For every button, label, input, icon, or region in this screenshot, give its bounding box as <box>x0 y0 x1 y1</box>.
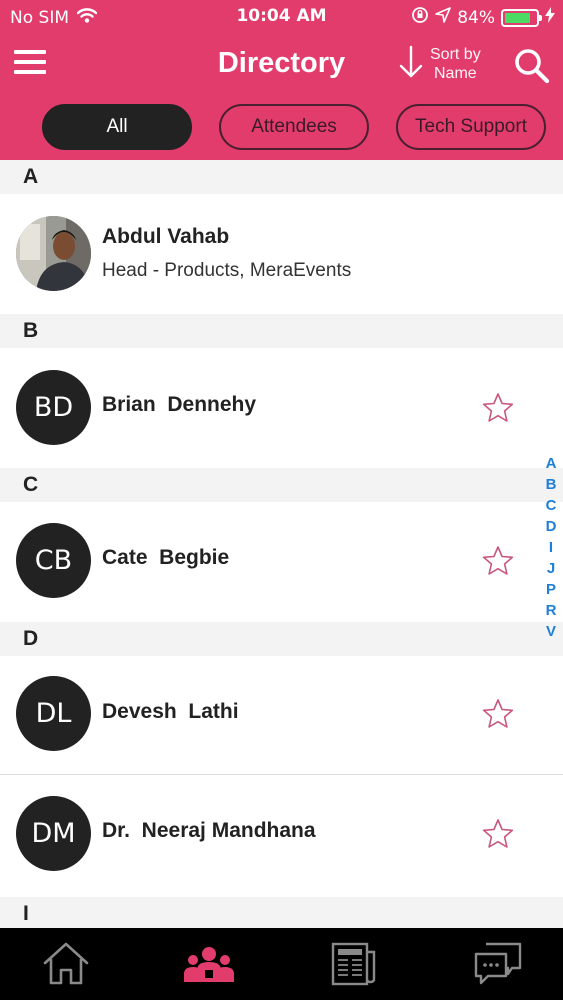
app-header: No SIM 10:04 AM 84% Directory Sort by Na… <box>0 0 563 160</box>
favorite-star-icon[interactable] <box>482 545 514 577</box>
alphabet-index: A B C D I J P R V <box>540 453 562 642</box>
filter-chips: All Attendees Tech Support <box>0 104 563 150</box>
newspaper-icon[interactable] <box>328 938 380 990</box>
avatar: DM <box>16 796 91 871</box>
person-name: Devesh Lathi <box>102 700 239 723</box>
avatar <box>16 216 91 291</box>
index-letter[interactable]: R <box>540 600 562 621</box>
index-letter[interactable]: A <box>540 453 562 474</box>
battery-icon <box>501 8 542 27</box>
index-letter[interactable]: V <box>540 621 562 642</box>
index-letter[interactable]: J <box>540 558 562 579</box>
index-letter[interactable]: P <box>540 579 562 600</box>
index-letter[interactable]: I <box>540 537 562 558</box>
sort-button[interactable]: Sort by Name <box>398 42 498 86</box>
home-icon[interactable] <box>40 938 92 990</box>
profile-photo-icon <box>16 216 91 291</box>
sort-label-line1: Sort by <box>430 46 481 63</box>
filter-chip-all[interactable]: All <box>42 104 192 150</box>
favorite-star-icon[interactable] <box>482 698 514 730</box>
list-item[interactable]: Abdul Vahab Head - Products, MeraEvents <box>0 194 563 314</box>
section-header-i: I <box>0 897 563 931</box>
status-right: 84% <box>411 6 555 29</box>
favorite-star-icon[interactable] <box>482 392 514 424</box>
battery-nub <box>539 14 542 21</box>
battery-percent: 84% <box>457 7 495 28</box>
person-name: Brian Dennehy <box>102 393 257 416</box>
filter-chip-tech-support[interactable]: Tech Support <box>396 104 546 150</box>
search-icon[interactable] <box>512 46 552 86</box>
location-arrow-icon <box>435 7 452 28</box>
charging-bolt-icon <box>545 7 555 28</box>
section-header-b: B <box>0 314 563 348</box>
sort-label-line2: Name <box>434 65 477 82</box>
section-header-a: A <box>0 160 563 194</box>
section-header-c: C <box>0 468 563 502</box>
filter-chip-attendees[interactable]: Attendees <box>219 104 369 150</box>
chat-bubbles-icon[interactable] <box>472 938 524 990</box>
avatar: CB <box>16 523 91 598</box>
orientation-lock-icon <box>411 6 429 29</box>
sort-label: Sort by Name <box>430 45 481 83</box>
favorite-star-icon[interactable] <box>482 818 514 850</box>
list-item[interactable]: DM Dr. Neeraj Mandhana <box>0 775 563 897</box>
index-letter[interactable]: D <box>540 516 562 537</box>
list-item[interactable]: DL Devesh Lathi <box>0 656 563 774</box>
avatar: DL <box>16 676 91 751</box>
avatar: BD <box>16 370 91 445</box>
index-letter[interactable]: C <box>540 495 562 516</box>
people-icon[interactable] <box>183 938 235 990</box>
tab-bar <box>0 928 563 1000</box>
battery-fill <box>505 12 531 23</box>
person-name: Cate Begbie <box>102 546 230 569</box>
list-item[interactable]: BD Brian Dennehy <box>0 348 563 468</box>
nav-bar: Directory Sort by Name <box>0 36 563 92</box>
sort-down-arrow-icon <box>398 45 424 84</box>
person-name: Abdul Vahab <box>102 225 230 248</box>
list-item[interactable]: CB Cate Begbie <box>0 502 563 622</box>
status-bar: No SIM 10:04 AM 84% <box>0 0 563 32</box>
person-name: Dr. Neeraj Mandhana <box>102 819 316 842</box>
section-header-d: D <box>0 622 563 656</box>
person-subtitle: Head - Products, MeraEvents <box>102 260 352 281</box>
index-letter[interactable]: B <box>540 474 562 495</box>
